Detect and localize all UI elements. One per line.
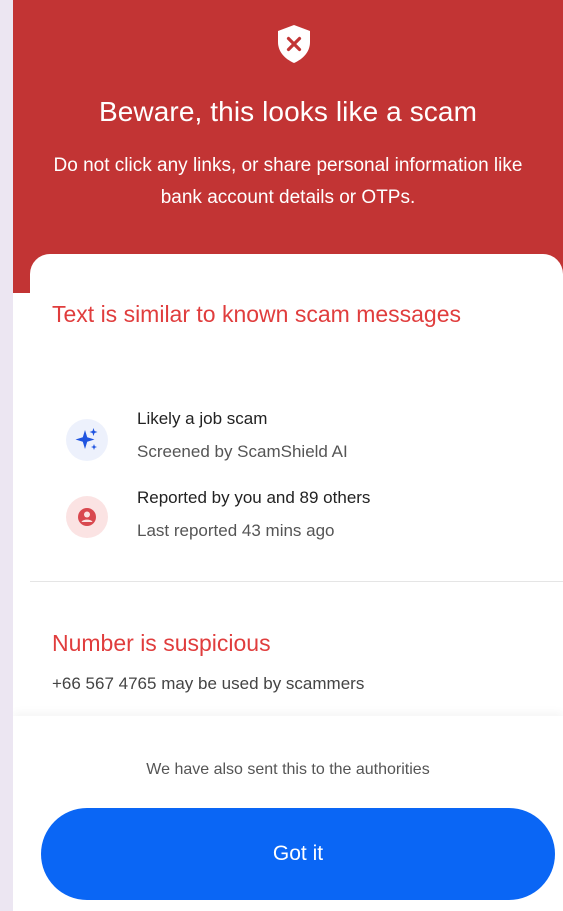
authorities-note: We have also sent this to the authoritie… <box>146 761 430 778</box>
scam-warning-screen: Beware, this looks like a scam Do not cl… <box>13 0 563 911</box>
ai-sparkle-icon <box>66 419 108 461</box>
warning-header: Beware, this looks like a scam Do not cl… <box>13 0 563 293</box>
reported-by-title: Reported by you and 89 others <box>137 488 371 507</box>
number-section-heading: Number is suspicious <box>52 630 271 656</box>
text-section-heading: Text is similar to known scam messages <box>52 301 462 327</box>
job-scam-title: Likely a job scam <box>137 409 268 428</box>
last-reported-label: Last reported 43 mins ago <box>137 521 335 540</box>
warning-subtitle: Do not click any links, or share persona… <box>53 155 523 208</box>
user-icon <box>66 496 108 538</box>
shield-x-icon <box>276 24 312 64</box>
got-it-button[interactable]: Got it <box>41 808 555 900</box>
warning-title: Beware, this looks like a scam <box>98 96 478 127</box>
section-divider <box>30 581 563 582</box>
number-note: +66 567 4765 may be used by scammers <box>52 674 365 693</box>
screened-by-label: Screened by ScamShield AI <box>137 442 348 461</box>
